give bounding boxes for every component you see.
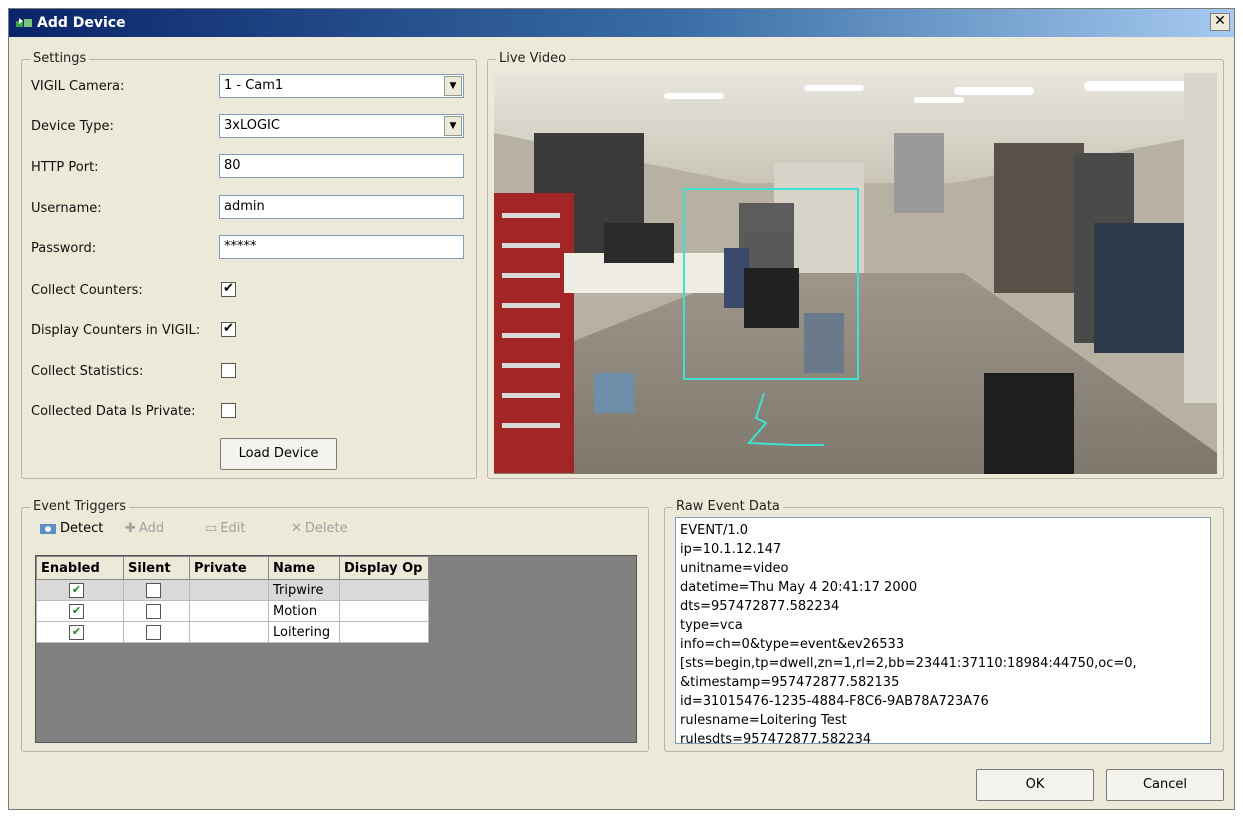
collect-counters-checkbox[interactable]: ✔ bbox=[221, 282, 236, 297]
detect-icon bbox=[40, 523, 56, 534]
event-triggers-legend: Event Triggers bbox=[30, 499, 129, 514]
column-header-display-op[interactable]: Display Op bbox=[339, 556, 429, 580]
raw-line: rulesname=Loitering Test bbox=[680, 713, 847, 728]
raw-line: rulesdts=957472877.582234 bbox=[680, 732, 872, 744]
display-counters-checkbox[interactable]: ✔ bbox=[221, 322, 236, 337]
raw-event-legend: Raw Event Data bbox=[673, 499, 783, 514]
raw-line: ip=10.1.12.147 bbox=[680, 542, 782, 557]
raw-line: unitname=video bbox=[680, 561, 789, 576]
close-icon: ✕ bbox=[1214, 13, 1226, 29]
edit-icon: ▭ bbox=[205, 521, 218, 536]
edit-label: Edit bbox=[220, 521, 246, 536]
display-op-cell[interactable] bbox=[339, 621, 429, 643]
private-cell[interactable] bbox=[189, 579, 269, 601]
username-input[interactable]: admin bbox=[219, 195, 464, 219]
collect-statistics-checkbox[interactable] bbox=[221, 363, 236, 378]
enabled-checkbox[interactable]: ✔ bbox=[69, 624, 84, 640]
silent-cell[interactable] bbox=[123, 621, 190, 643]
device-type-label: Device Type: bbox=[31, 119, 114, 134]
detect-button[interactable]: Detect bbox=[39, 521, 103, 536]
enabled-checkbox[interactable]: ✔ bbox=[69, 603, 84, 619]
ok-button[interactable]: OK bbox=[976, 769, 1094, 801]
raw-line: info=ch=0&type=event&ev26533 bbox=[680, 637, 905, 652]
username-label: Username: bbox=[31, 201, 102, 216]
event-triggers-grid[interactable]: Enabled Silent Private Name Display Op ✔… bbox=[35, 555, 637, 743]
column-header-name[interactable]: Name bbox=[268, 556, 340, 580]
display-op-cell[interactable] bbox=[339, 579, 429, 601]
raw-line: &timestamp=957472877.582135 bbox=[680, 675, 900, 690]
enabled-cell[interactable]: ✔ bbox=[36, 621, 124, 643]
chevron-down-icon[interactable]: ▼ bbox=[444, 76, 462, 96]
raw-line: dts=957472877.582234 bbox=[680, 599, 840, 614]
data-private-checkbox[interactable] bbox=[221, 403, 236, 418]
column-header-silent[interactable]: Silent bbox=[123, 556, 190, 580]
edit-button[interactable]: ▭ Edit bbox=[205, 521, 245, 536]
vigil-camera-label: VIGIL Camera: bbox=[31, 79, 125, 94]
name-cell[interactable]: Loitering bbox=[268, 621, 340, 643]
enabled-cell[interactable]: ✔ bbox=[36, 579, 124, 601]
vigil-camera-value: 1 - Cam1 bbox=[224, 78, 284, 93]
enabled-cell[interactable]: ✔ bbox=[36, 600, 124, 622]
username-value: admin bbox=[224, 199, 265, 214]
add-label: Add bbox=[138, 521, 165, 536]
detect-label: Detect bbox=[60, 521, 104, 536]
cancel-button[interactable]: Cancel bbox=[1106, 769, 1224, 801]
enabled-checkbox[interactable]: ✔ bbox=[69, 582, 84, 598]
vigil-camera-select[interactable]: 1 - Cam1 ▼ bbox=[219, 74, 464, 98]
title-bar[interactable]: Add Device ✕ bbox=[9, 9, 1234, 37]
data-private-label: Collected Data Is Private: bbox=[31, 404, 196, 419]
table-row[interactable]: ✔ Tripwire bbox=[36, 579, 429, 601]
live-video-legend: Live Video bbox=[496, 51, 570, 66]
delete-button[interactable]: ✕ Delete bbox=[291, 521, 348, 536]
settings-legend: Settings bbox=[30, 51, 90, 66]
http-port-input[interactable]: 80 bbox=[219, 154, 464, 178]
event-triggers-table: Enabled Silent Private Name Display Op ✔… bbox=[36, 556, 429, 643]
raw-line: datetime=Thu May 4 20:41:17 2000 bbox=[680, 580, 918, 595]
raw-line: id=31015476-1235-4884-F8C6-9AB78A723A76 bbox=[680, 694, 989, 709]
chevron-down-icon[interactable]: ▼ bbox=[444, 116, 462, 136]
table-row[interactable]: ✔ Loitering bbox=[36, 621, 429, 643]
password-value: ***** bbox=[224, 239, 257, 254]
device-type-select[interactable]: 3xLOGIC ▼ bbox=[219, 114, 464, 138]
column-header-enabled[interactable]: Enabled bbox=[36, 556, 124, 580]
raw-event-textarea[interactable]: EVENT/1.0 ip=10.1.12.147 unitname=video … bbox=[675, 517, 1211, 744]
silent-checkbox[interactable] bbox=[146, 603, 161, 619]
collect-statistics-label: Collect Statistics: bbox=[31, 364, 144, 379]
silent-cell[interactable] bbox=[123, 579, 190, 601]
http-port-value: 80 bbox=[224, 158, 241, 173]
device-type-value: 3xLOGIC bbox=[224, 118, 280, 133]
raw-line: [sts=begin,tp=dwell,zn=1,rl=2,bb=23441:3… bbox=[680, 656, 1137, 671]
table-row[interactable]: ✔ Motion bbox=[36, 600, 429, 622]
plus-icon: ✚ bbox=[125, 521, 136, 536]
display-op-cell[interactable] bbox=[339, 600, 429, 622]
live-video-feed[interactable] bbox=[494, 73, 1217, 474]
delete-icon: ✕ bbox=[291, 521, 302, 536]
raw-line: EVENT/1.0 bbox=[680, 523, 749, 538]
name-cell[interactable]: Tripwire bbox=[268, 579, 340, 601]
private-cell[interactable] bbox=[189, 600, 269, 622]
dialog-title: Add Device bbox=[37, 15, 126, 31]
http-port-label: HTTP Port: bbox=[31, 160, 99, 175]
delete-label: Delete bbox=[304, 521, 348, 536]
password-input[interactable]: ***** bbox=[219, 235, 464, 259]
password-label: Password: bbox=[31, 241, 97, 256]
add-device-dialog: Add Device ✕ Settings VIGIL Camera: 1 - … bbox=[8, 8, 1235, 810]
silent-checkbox[interactable] bbox=[146, 582, 161, 598]
silent-cell[interactable] bbox=[123, 600, 190, 622]
add-button[interactable]: ✚ Add bbox=[125, 521, 164, 536]
load-device-button[interactable]: Load Device bbox=[220, 438, 337, 470]
silent-checkbox[interactable] bbox=[146, 624, 161, 640]
display-counters-label: Display Counters in VIGIL: bbox=[31, 323, 201, 338]
collect-counters-label: Collect Counters: bbox=[31, 283, 143, 298]
private-cell[interactable] bbox=[189, 621, 269, 643]
video-frame bbox=[494, 73, 1217, 474]
device-icon bbox=[16, 18, 32, 27]
column-header-private[interactable]: Private bbox=[189, 556, 269, 580]
close-button[interactable]: ✕ bbox=[1210, 13, 1230, 31]
raw-line: type=vca bbox=[680, 618, 743, 633]
name-cell[interactable]: Motion bbox=[268, 600, 340, 622]
